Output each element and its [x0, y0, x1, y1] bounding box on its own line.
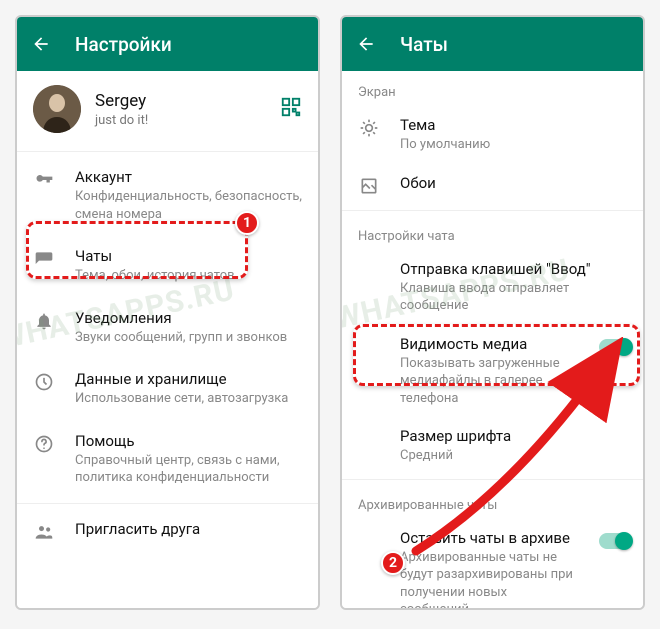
wallpaper-icon — [358, 174, 380, 196]
settings-item-invite[interactable]: Пригласить друга — [17, 508, 318, 554]
settings-item-notifications[interactable]: Уведомления Звуки сообщений, групп и зво… — [17, 297, 318, 359]
section-archived: Архивированные чаты — [342, 484, 643, 519]
item-sub: Архивированные чаты не будут разархивиро… — [400, 549, 579, 608]
annotation-badge-1: 1 — [235, 211, 259, 235]
font-size-row[interactable]: Размер шрифта Средний — [342, 417, 643, 475]
item-title: Чаты — [75, 247, 302, 265]
section-screen: Экран — [342, 71, 643, 106]
settings-item-help[interactable]: Помощь Справочный центр, связь с нами, п… — [17, 420, 318, 499]
item-sub: Показывать загруженные медиафайлы в гале… — [400, 355, 579, 408]
item-title: Размер шрифта — [400, 427, 627, 445]
profile-status: just do it! — [95, 113, 266, 128]
profile-name: Sergey — [95, 91, 266, 111]
item-title: Уведомления — [75, 309, 302, 327]
chats-settings-screen: Чаты Экран Тема По умолчанию Обои Настро… — [340, 15, 645, 610]
item-sub: Конфиденциальность, безопасность, смена … — [75, 188, 302, 223]
enter-send-row[interactable]: Отправка клавишей "Ввод" Клавиша ввода о… — [342, 250, 643, 325]
item-title: Отправка клавишей "Ввод" — [400, 260, 631, 278]
media-visibility-row[interactable]: Видимость медиа Показывать загруженные м… — [342, 325, 643, 418]
annotation-badge-2: 2 — [381, 551, 405, 575]
settings-screen: Настройки Sergey just do it! Аккаунт Кон… — [15, 15, 320, 610]
section-chat: Настройки чата — [342, 215, 643, 250]
appbar: Чаты — [342, 17, 643, 71]
item-sub: Использование сети, автозагрузка — [75, 390, 302, 408]
item-sub: Средний — [400, 447, 627, 465]
item-sub: По умолчанию — [400, 136, 627, 154]
brightness-icon — [358, 116, 380, 138]
theme-row[interactable]: Тема По умолчанию — [342, 106, 643, 164]
data-icon — [33, 370, 55, 392]
avatar — [33, 85, 81, 133]
settings-item-storage[interactable]: Данные и хранилище Использование сети, а… — [17, 358, 318, 420]
item-title: Обои — [400, 174, 627, 192]
chat-icon — [33, 247, 55, 269]
media-visibility-switch[interactable] — [599, 339, 631, 355]
item-title: Помощь — [75, 432, 302, 450]
keep-archived-switch[interactable] — [599, 533, 631, 549]
wallpaper-row[interactable]: Обои — [342, 164, 643, 206]
item-sub: Клавиша ввода отправляет сообщение — [400, 280, 631, 315]
appbar: Настройки — [17, 17, 318, 71]
appbar-title: Настройки — [75, 33, 172, 56]
item-title: Видимость медиа — [400, 335, 579, 353]
item-title: Аккаунт — [75, 168, 302, 186]
bell-icon — [33, 309, 55, 331]
settings-item-chats[interactable]: Чаты Тема, обои, история чатов — [17, 235, 318, 297]
item-title: Оставить чаты в архиве — [400, 529, 579, 547]
item-sub: Справочный центр, связь с нами, политика… — [75, 452, 302, 487]
item-title: Данные и хранилище — [75, 370, 302, 388]
appbar-title: Чаты — [400, 33, 448, 56]
back-icon[interactable] — [31, 34, 51, 54]
people-icon — [33, 520, 55, 542]
help-icon — [33, 432, 55, 454]
settings-item-account[interactable]: Аккаунт Конфиденциальность, безопасность… — [17, 156, 318, 235]
key-icon — [33, 168, 55, 190]
qr-icon[interactable] — [280, 96, 302, 122]
item-title: Тема — [400, 116, 627, 134]
item-sub: Звуки сообщений, групп и звонков — [75, 329, 302, 347]
item-title: Пригласить друга — [75, 520, 302, 538]
item-sub: Тема, обои, история чатов — [75, 267, 302, 285]
profile-row[interactable]: Sergey just do it! — [17, 71, 318, 147]
back-icon[interactable] — [356, 34, 376, 54]
